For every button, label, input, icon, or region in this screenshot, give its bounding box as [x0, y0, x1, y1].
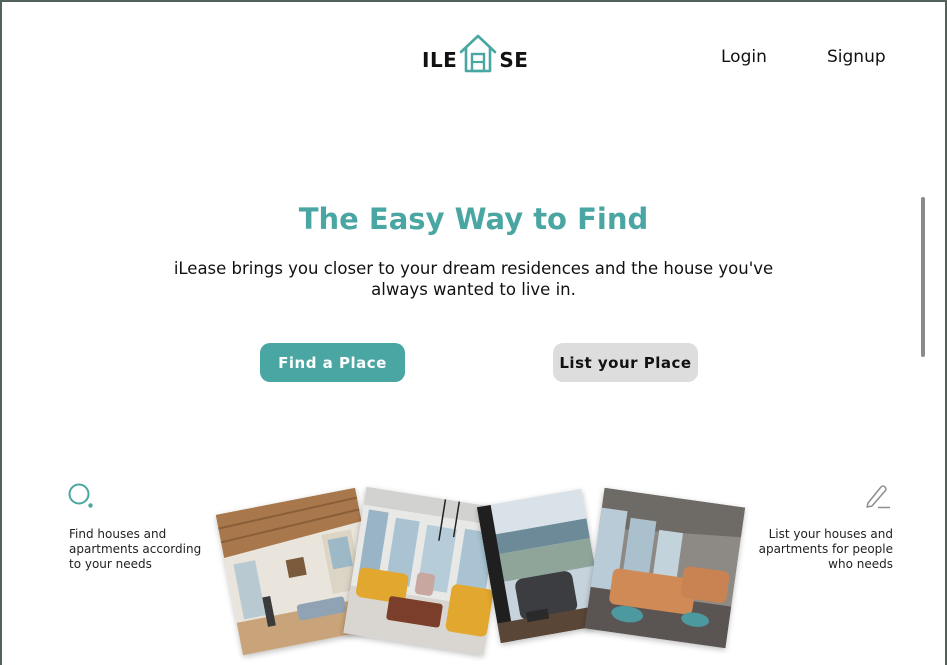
hero-title: The Easy Way to Find: [298, 202, 649, 236]
search-icon: [68, 483, 93, 508]
logo-text-left: ILE: [422, 48, 458, 72]
find-place-button[interactable]: Find a Place: [260, 343, 405, 382]
login-link[interactable]: Login: [721, 47, 767, 67]
pencil-icon: [866, 485, 890, 509]
signup-link[interactable]: Signup: [827, 47, 886, 67]
logo-text-right: SE: [499, 48, 529, 72]
list-place-button[interactable]: List your Place: [553, 343, 698, 382]
interior-photo-4: [584, 487, 746, 649]
list-feature-text: List your houses and apartments for peop…: [758, 527, 893, 571]
hero-subtitle: iLease brings you closer to your dream r…: [173, 259, 774, 299]
house-icon: [460, 34, 497, 73]
brand-logo[interactable]: ILE SE: [422, 30, 528, 74]
find-feature-text: Find houses and apartments according to …: [69, 527, 202, 571]
scrollbar-thumb[interactable]: [921, 197, 925, 357]
